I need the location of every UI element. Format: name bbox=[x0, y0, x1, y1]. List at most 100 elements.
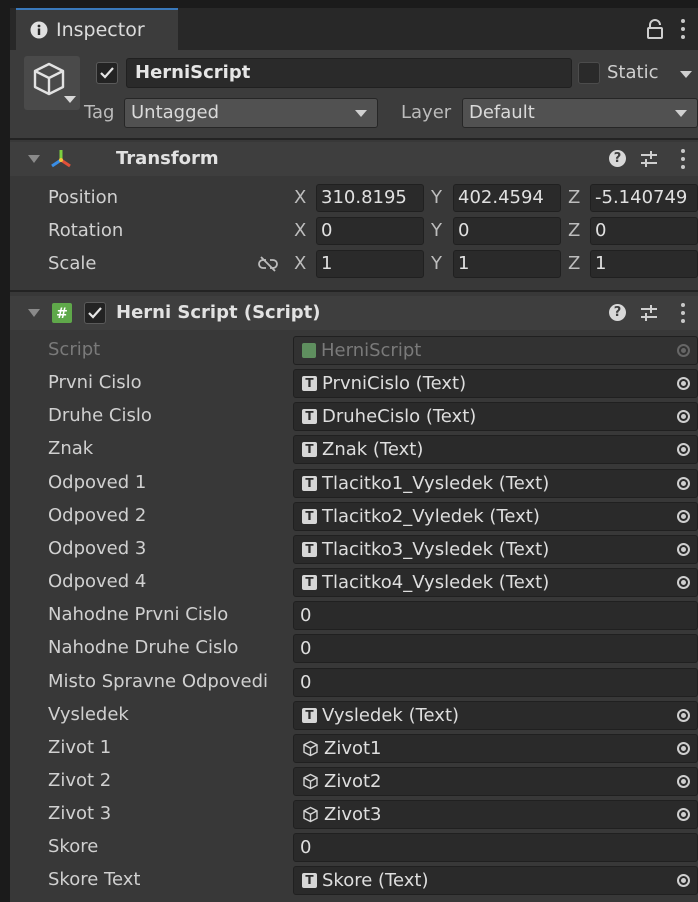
script-field-row: Odpoved 2 T Tlacitko2_Vyledek (Text) bbox=[10, 500, 698, 533]
rotation-x-field[interactable]: 0 bbox=[316, 217, 424, 245]
object-picker-icon[interactable] bbox=[669, 436, 697, 463]
script-field-row: Nahodne Druhe Cislo 0 bbox=[10, 632, 698, 665]
field-label: Rotation bbox=[48, 220, 124, 241]
transform-header[interactable]: Transform ? bbox=[10, 142, 698, 176]
field-value: HerniScript bbox=[321, 340, 422, 361]
text-icon: T bbox=[302, 376, 317, 391]
object-picker-icon[interactable] bbox=[669, 867, 697, 894]
int-field[interactable]: 0 bbox=[293, 833, 698, 862]
tab-inspector[interactable]: Inspector bbox=[16, 8, 178, 50]
object-reference-field[interactable]: Zivot1 bbox=[293, 734, 698, 763]
object-picker-icon[interactable] bbox=[669, 735, 697, 762]
object-reference-field[interactable]: T Znak (Text) bbox=[293, 435, 698, 464]
script-field-row: Prvni Cislo T PrvniCislo (Text) bbox=[10, 367, 698, 400]
int-field[interactable]: 0 bbox=[293, 668, 698, 697]
static-dropdown-icon[interactable] bbox=[680, 71, 692, 78]
object-picker-icon bbox=[669, 337, 697, 364]
scale-y-field[interactable]: 1 bbox=[453, 250, 561, 278]
int-field[interactable]: 0 bbox=[293, 601, 698, 630]
object-picker-icon[interactable] bbox=[669, 370, 697, 397]
y-axis-label[interactable]: Y bbox=[431, 253, 442, 274]
foldout-arrow-icon[interactable] bbox=[28, 309, 40, 317]
field-value: Zivot1 bbox=[324, 738, 382, 759]
layer-dropdown[interactable]: Default bbox=[462, 98, 698, 128]
checkmark-icon bbox=[88, 307, 102, 319]
text-icon: T bbox=[302, 575, 317, 590]
int-field[interactable]: 0 bbox=[293, 634, 698, 663]
object-reference-field[interactable]: T Tlacitko1_Vysledek (Text) bbox=[293, 469, 698, 498]
csharp-script-icon: # bbox=[52, 303, 72, 323]
x-axis-label[interactable]: X bbox=[294, 187, 306, 208]
layer-label: Layer bbox=[401, 102, 452, 123]
help-icon[interactable]: ? bbox=[609, 150, 626, 167]
script-field-row: Odpoved 4 T Tlacitko4_Vysledek (Text) bbox=[10, 566, 698, 599]
y-axis-label[interactable]: Y bbox=[431, 220, 442, 241]
y-axis-label[interactable]: Y bbox=[431, 187, 442, 208]
object-picker-icon[interactable] bbox=[669, 569, 697, 596]
foldout-arrow-icon[interactable] bbox=[28, 155, 40, 163]
object-picker-icon[interactable] bbox=[669, 768, 697, 795]
object-reference-field[interactable]: T DruheCislo (Text) bbox=[293, 402, 698, 431]
object-picker-icon[interactable] bbox=[669, 801, 697, 828]
object-picker-icon[interactable] bbox=[669, 403, 697, 430]
field-value: Znak (Text) bbox=[322, 439, 424, 460]
presets-icon[interactable] bbox=[640, 304, 658, 322]
transform-row-position: Position X 310.8195 Y 402.4594 Z -5.140749 bbox=[10, 182, 698, 215]
gameobject-icon bbox=[303, 773, 318, 790]
component-menu-icon[interactable] bbox=[680, 149, 686, 169]
tab-label: Inspector bbox=[56, 19, 145, 41]
z-axis-label[interactable]: Z bbox=[568, 187, 580, 208]
object-reference-field[interactable]: T PrvniCislo (Text) bbox=[293, 369, 698, 398]
script-enabled-checkbox[interactable] bbox=[84, 302, 106, 324]
object-reference-field[interactable]: T Skore (Text) bbox=[293, 866, 698, 895]
object-reference-field[interactable]: Zivot3 bbox=[293, 800, 698, 829]
object-reference-field[interactable]: T Tlacitko2_Vyledek (Text) bbox=[293, 502, 698, 531]
scale-x-field[interactable]: 1 bbox=[316, 250, 424, 278]
position-x-field[interactable]: 310.8195 bbox=[316, 184, 424, 212]
tag-label: Tag bbox=[84, 102, 115, 123]
object-reference-field[interactable]: T Tlacitko4_Vysledek (Text) bbox=[293, 568, 698, 597]
field-label: Vysledek bbox=[48, 704, 129, 725]
text-icon: T bbox=[302, 476, 317, 491]
inspector-window: Inspector HerniScript Static Tag Untagge bbox=[10, 8, 698, 902]
lock-icon[interactable] bbox=[646, 19, 664, 39]
rotation-z-field[interactable]: 0 bbox=[590, 217, 698, 245]
object-name-field[interactable]: HerniScript bbox=[126, 58, 572, 88]
field-value: Tlacitko3_Vysledek (Text) bbox=[322, 539, 550, 560]
object-picker-icon[interactable] bbox=[669, 536, 697, 563]
script-icon bbox=[302, 343, 316, 358]
window-menu-icon[interactable] bbox=[680, 19, 686, 39]
text-icon: T bbox=[302, 442, 317, 457]
z-axis-label[interactable]: Z bbox=[568, 220, 580, 241]
svg-text:#: # bbox=[56, 306, 68, 322]
object-reference-field[interactable]: T Vysledek (Text) bbox=[293, 701, 698, 730]
script-component-header[interactable]: # Herni Script (Script) ? bbox=[10, 296, 698, 330]
gameobject-icon-button[interactable] bbox=[24, 56, 80, 110]
field-value: Vysledek (Text) bbox=[322, 705, 460, 726]
text-icon: T bbox=[302, 708, 317, 723]
object-picker-icon[interactable] bbox=[669, 503, 697, 530]
rotation-y-field[interactable]: 0 bbox=[453, 217, 561, 245]
object-reference-field[interactable]: T Tlacitko3_Vysledek (Text) bbox=[293, 535, 698, 564]
position-y-field[interactable]: 402.4594 bbox=[453, 184, 561, 212]
script-component-title: Herni Script (Script) bbox=[116, 302, 321, 323]
active-checkbox[interactable] bbox=[96, 62, 118, 84]
scale-z-field[interactable]: 1 bbox=[590, 250, 698, 278]
presets-icon[interactable] bbox=[640, 150, 658, 168]
position-z-field[interactable]: -5.140749 bbox=[590, 184, 698, 212]
object-picker-icon[interactable] bbox=[669, 470, 697, 497]
field-value: Tlacitko4_Vysledek (Text) bbox=[322, 572, 550, 593]
script-field-row: Odpoved 3 T Tlacitko3_Vysledek (Text) bbox=[10, 533, 698, 566]
object-picker-icon[interactable] bbox=[669, 702, 697, 729]
z-axis-label[interactable]: Z bbox=[568, 253, 580, 274]
text-icon: T bbox=[302, 509, 317, 524]
component-menu-icon[interactable] bbox=[680, 303, 686, 323]
x-axis-label[interactable]: X bbox=[294, 220, 306, 241]
tag-dropdown[interactable]: Untagged bbox=[124, 98, 378, 128]
x-axis-label[interactable]: X bbox=[294, 253, 306, 274]
object-reference-field[interactable]: Zivot2 bbox=[293, 767, 698, 796]
help-icon[interactable]: ? bbox=[609, 304, 626, 321]
constrain-proportions-icon[interactable] bbox=[258, 256, 278, 272]
script-field-row: Zivot 2 Zivot2 bbox=[10, 765, 698, 798]
static-checkbox[interactable] bbox=[578, 62, 600, 84]
